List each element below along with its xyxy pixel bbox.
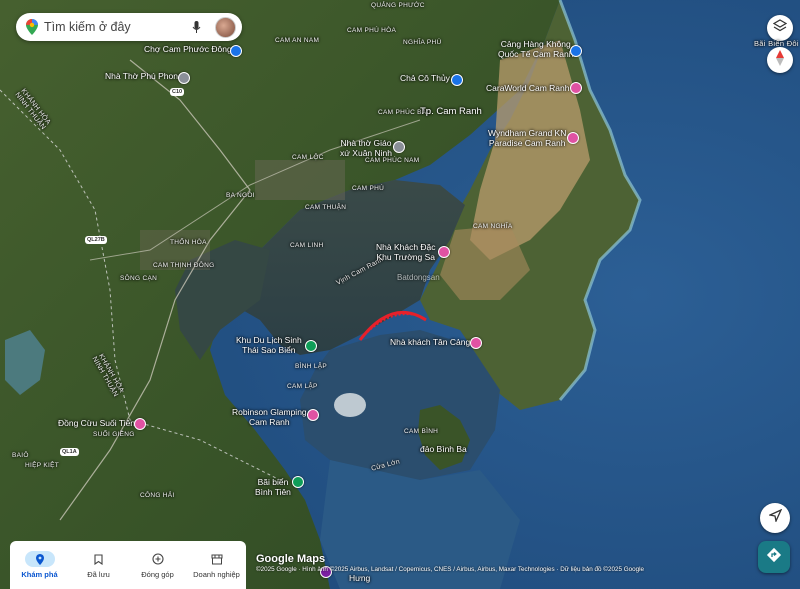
google-maps-logo: Google Maps xyxy=(256,553,326,565)
place-cam-an-nam: CAM AN NAM xyxy=(275,37,320,44)
directions-icon xyxy=(766,547,782,568)
church-pin-icon[interactable] xyxy=(178,72,190,84)
poi-cang-hang-khong[interactable]: Cảng Hàng Không Quốc Tế Cam Ranh xyxy=(498,39,573,60)
tab-contribute[interactable]: Đóng góp xyxy=(128,541,187,589)
place-cam-loc: CAM LỘC xyxy=(292,154,324,161)
hotel-pin-icon[interactable] xyxy=(570,82,582,94)
poi-cha-co-thuy[interactable]: Chả Cô Thủy xyxy=(400,73,450,84)
search-bar[interactable]: Tìm kiếm ở đây xyxy=(16,13,242,41)
road-ql1a: QL1A xyxy=(60,448,79,456)
place-cong-hai: CÔNG HẢI xyxy=(140,492,175,499)
search-input[interactable]: Tìm kiếm ở đây xyxy=(44,20,192,34)
compass-icon xyxy=(775,49,785,71)
poi-nha-tho-giao-xu[interactable]: Nhà thờ Giáo xứ Xuân Ninh xyxy=(340,138,392,159)
place-cam-binh: CAM BÌNH xyxy=(404,428,439,435)
bottom-navigation: Khám phá Đã lưu Đóng góp Doanh nghiệp xyxy=(10,541,246,589)
maps-logo-icon xyxy=(26,19,38,35)
poi-khu-du-lich[interactable]: Khu Du Lịch Sinh Thái Sao Biển xyxy=(236,335,302,356)
tab-saved[interactable]: Đã lưu xyxy=(69,541,128,589)
poi-robinson[interactable]: Robinson Glamping Cam Ranh xyxy=(232,407,307,428)
tab-business-label: Doanh nghiệp xyxy=(193,570,240,579)
tab-business[interactable]: Doanh nghiệp xyxy=(187,541,246,589)
poi-caraworld[interactable]: CaraWorld Cam Ranh xyxy=(486,83,569,94)
poi-nha-tho-phu-phong[interactable]: Nhà Thờ Phú Phong xyxy=(105,71,183,82)
place-cam-thuan: CAM THUẬN xyxy=(305,204,347,211)
compass-button[interactable] xyxy=(767,47,793,73)
microphone-icon[interactable] xyxy=(192,20,201,34)
shopping-pin-icon[interactable] xyxy=(451,74,463,86)
attraction-pin-icon[interactable] xyxy=(134,418,146,430)
place-baio: BAIÔ xyxy=(12,452,29,459)
road-c10: C10 xyxy=(170,88,185,96)
place-hiep-kiet: HIỆP KIỆT xyxy=(25,462,60,469)
church-pin-icon[interactable] xyxy=(393,141,405,153)
airport-pin-icon[interactable] xyxy=(570,45,582,57)
poi-nha-khach-dac-khu[interactable]: Nhà Khách Đặc Khu Trường Sa xyxy=(376,242,436,263)
bookmark-icon xyxy=(84,551,114,567)
hotel-pin-icon[interactable] xyxy=(438,246,450,258)
place-cam-nghia: CAM NGHĨA xyxy=(473,223,513,230)
my-location-button[interactable] xyxy=(760,503,790,533)
place-cam-linh: CAM LINH xyxy=(290,242,324,249)
tab-saved-label: Đã lưu xyxy=(87,570,110,579)
place-suoi-gieng: SUỐI GIỀNG xyxy=(93,431,135,438)
road-ql27b: QL27B xyxy=(85,236,107,244)
place-nghia-phu: NGHĨA PHÚ xyxy=(403,39,442,46)
hotel-pin-icon[interactable] xyxy=(567,132,579,144)
camping-pin-icon[interactable] xyxy=(305,340,317,352)
layers-button[interactable] xyxy=(767,15,793,41)
location-pin-icon xyxy=(24,551,55,567)
place-song-can: SÔNG CẠN xyxy=(120,275,158,282)
place-quang-phuoc: QUẢNG PHƯỚC xyxy=(371,2,425,9)
place-cam-phu: CAM PHÚ xyxy=(352,185,385,192)
place-ba-ngoi: BA NGÒI xyxy=(226,192,255,199)
attribution-text[interactable]: ©2025 Google · Hình ảnh ©2025 Airbus, La… xyxy=(256,566,644,573)
poi-cho-cam-phuoc-dong[interactable]: Chợ Cam Phước Đông xyxy=(144,44,232,55)
place-cam-thinh-dong: CAM THỊNH ĐÔNG xyxy=(153,262,215,269)
hotel-pin-icon[interactable] xyxy=(307,409,319,421)
place-cam-lap: CAM LẬP xyxy=(287,383,318,390)
layers-icon xyxy=(772,18,788,38)
shopping-pin-icon[interactable] xyxy=(230,45,242,57)
poi-bai-bien-binh-tien[interactable]: Bãi biển Bình Tiên xyxy=(255,477,291,498)
tab-explore[interactable]: Khám phá xyxy=(10,541,69,589)
poi-wyndham[interactable]: Wyndham Grand KN Paradise Cam Ranh xyxy=(488,128,566,149)
tab-contribute-label: Đóng góp xyxy=(141,570,174,579)
place-cam-phu-hoa: CAM PHÚ HÒA xyxy=(347,27,397,34)
avatar[interactable] xyxy=(215,16,236,38)
add-circle-icon xyxy=(143,551,173,567)
poi-dao-binh-ba[interactable]: đảo Bình Ba xyxy=(420,444,467,455)
hotel-pin-icon[interactable] xyxy=(470,337,482,349)
place-thon-hoa: THỐN HÒA xyxy=(170,239,207,246)
place-cam-phuc-nam: CAM PHÚC NAM xyxy=(365,157,420,164)
directions-button[interactable] xyxy=(758,541,790,573)
place-binh-lap: BÌNH LẬP xyxy=(295,363,328,370)
beach-pin-icon[interactable] xyxy=(292,476,304,488)
poi-nha-khach-tan-cang[interactable]: Nhà khách Tân Cảng xyxy=(390,337,470,348)
label-tp-cam-ranh: Tp. Cam Ranh xyxy=(420,106,482,117)
satellite-map[interactable] xyxy=(0,0,800,589)
poi-hung[interactable]: Hưng xyxy=(349,573,370,584)
watermark: Batdongsan xyxy=(397,273,440,282)
navigation-arrow-icon xyxy=(767,508,782,527)
tab-explore-label: Khám phá xyxy=(21,570,58,579)
poi-dong-cuu-suoi-tien[interactable]: Đồng Cừu Suối Tiên xyxy=(58,418,135,429)
store-icon xyxy=(202,551,232,567)
